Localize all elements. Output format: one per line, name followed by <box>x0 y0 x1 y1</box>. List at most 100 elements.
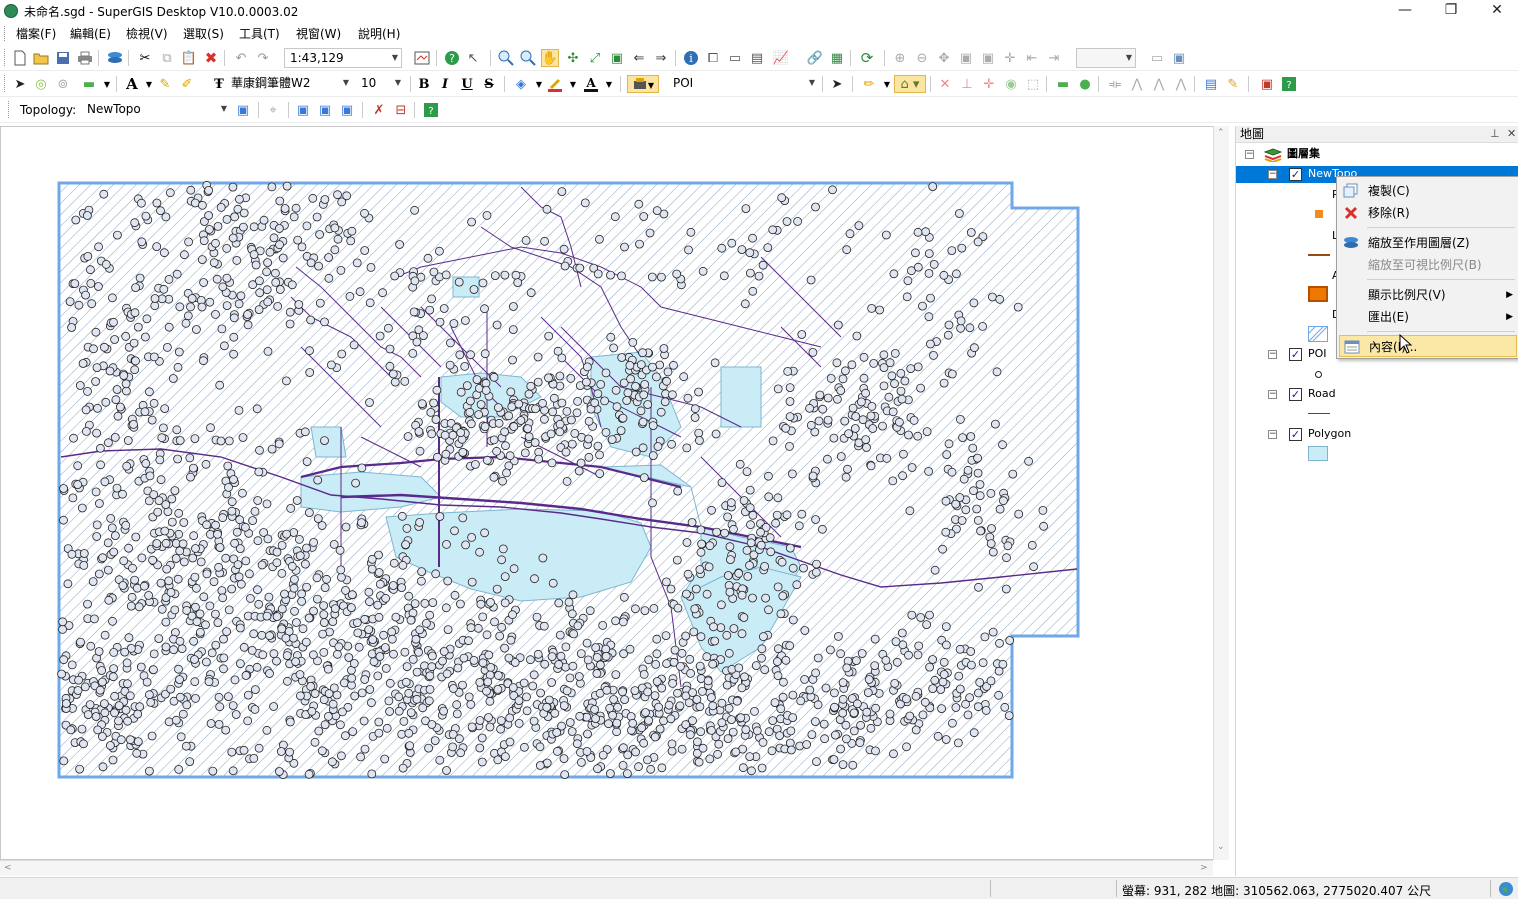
poi-point[interactable] <box>506 635 516 645</box>
poi-point[interactable] <box>425 671 435 681</box>
poi-point[interactable] <box>275 240 284 250</box>
poi-point[interactable] <box>625 644 635 654</box>
poi-point[interactable] <box>289 574 299 584</box>
poi-point[interactable] <box>86 641 96 651</box>
poi-point[interactable] <box>489 472 499 482</box>
poi-point[interactable] <box>241 556 251 566</box>
poi-point[interactable] <box>263 346 273 356</box>
poi-point[interactable] <box>975 678 985 687</box>
poi-point[interactable] <box>310 737 320 747</box>
poi-point[interactable] <box>336 565 346 575</box>
poi-point[interactable] <box>489 435 499 445</box>
poi-point[interactable] <box>686 227 696 237</box>
poi-point[interactable] <box>424 696 434 706</box>
poi-point[interactable] <box>108 616 117 626</box>
poi-point[interactable] <box>502 468 511 478</box>
poi-point[interactable] <box>462 381 472 391</box>
poi-point[interactable] <box>285 307 295 317</box>
poi-point[interactable] <box>185 453 195 463</box>
poi-point[interactable] <box>766 547 776 557</box>
poi-point[interactable] <box>412 694 422 704</box>
poi-point[interactable] <box>442 766 451 775</box>
poi-point[interactable] <box>425 685 435 694</box>
poi-point[interactable] <box>114 716 123 726</box>
poi-point[interactable] <box>889 269 899 279</box>
poi-point[interactable] <box>506 387 516 397</box>
poi-point[interactable] <box>204 225 214 234</box>
poi-point[interactable] <box>263 297 273 307</box>
poi-point[interactable] <box>707 726 716 735</box>
poi-point[interactable] <box>400 647 410 657</box>
poi-point[interactable] <box>402 662 412 671</box>
poi-point[interactable] <box>529 716 539 726</box>
poi-point[interactable] <box>206 719 216 728</box>
poi-point[interactable] <box>406 615 416 625</box>
layout-full-icon[interactable]: ▣ <box>957 49 975 67</box>
poi-point[interactable] <box>346 603 356 613</box>
poi-point[interactable] <box>380 643 390 652</box>
poi-point[interactable] <box>976 526 985 536</box>
poi-point[interactable] <box>232 255 242 265</box>
poi-point[interactable] <box>238 433 248 442</box>
poi-point[interactable] <box>928 182 938 191</box>
poi-point[interactable] <box>482 686 491 696</box>
poi-point[interactable] <box>357 518 366 528</box>
poi-point[interactable] <box>374 568 384 577</box>
poi-point[interactable] <box>336 751 346 761</box>
poi-point[interactable] <box>906 364 916 374</box>
poi-point[interactable] <box>696 525 706 535</box>
poi-point[interactable] <box>648 421 658 431</box>
poi-point[interactable] <box>272 612 282 622</box>
poi-point[interactable] <box>174 664 183 674</box>
poi-point[interactable] <box>285 747 295 757</box>
poi-point[interactable] <box>495 631 505 641</box>
poi-point[interactable] <box>924 249 934 258</box>
poi-point[interactable] <box>121 705 131 715</box>
poi-point[interactable] <box>607 435 617 445</box>
poi-point[interactable] <box>106 741 115 750</box>
poi-point[interactable] <box>638 348 647 358</box>
poi-point[interactable] <box>79 739 88 749</box>
poi-point[interactable] <box>478 612 488 622</box>
poi-point[interactable] <box>301 637 311 647</box>
poi-point[interactable] <box>123 436 133 445</box>
poi-point[interactable] <box>725 542 735 552</box>
poi-point[interactable] <box>120 647 130 657</box>
poi-point[interactable] <box>742 467 752 477</box>
poi-point[interactable] <box>350 691 360 701</box>
poi-point[interactable] <box>323 712 333 721</box>
poi-point[interactable] <box>410 599 420 609</box>
poi-point[interactable] <box>805 403 814 413</box>
poi-point[interactable] <box>842 734 851 744</box>
font-size-combo[interactable]: 10 ▼ <box>356 74 404 94</box>
poi-point[interactable] <box>59 484 68 493</box>
poi-point[interactable] <box>980 632 990 642</box>
poi-point[interactable] <box>758 738 768 747</box>
poi-point[interactable] <box>119 371 129 380</box>
poi-point[interactable] <box>952 269 961 279</box>
poi-point[interactable] <box>778 692 788 702</box>
poi-point[interactable] <box>760 561 769 571</box>
poi-point[interactable] <box>781 655 791 665</box>
poi-point[interactable] <box>490 271 500 281</box>
poi-point[interactable] <box>349 340 359 350</box>
poi-point[interactable] <box>118 581 128 590</box>
poi-point[interactable] <box>867 303 876 313</box>
poi-point[interactable] <box>320 583 330 593</box>
poi-point[interactable] <box>648 498 657 508</box>
poi-point[interactable] <box>475 716 485 725</box>
poi-point[interactable] <box>955 209 964 218</box>
poi-point[interactable] <box>302 543 311 553</box>
poi-point[interactable] <box>229 475 238 484</box>
poi-point[interactable] <box>211 238 220 248</box>
poi-point[interactable] <box>523 424 533 434</box>
poi-point[interactable] <box>889 749 898 759</box>
poi-point[interactable] <box>745 752 755 761</box>
poi-point[interactable] <box>161 538 171 548</box>
zoom-out-icon[interactable] <box>519 49 537 67</box>
poi-point[interactable] <box>229 313 239 323</box>
poi-point[interactable] <box>427 720 437 729</box>
poi-point[interactable] <box>215 380 225 390</box>
poi-point[interactable] <box>698 743 708 753</box>
union-icon[interactable]: ⋀ <box>1150 75 1168 93</box>
